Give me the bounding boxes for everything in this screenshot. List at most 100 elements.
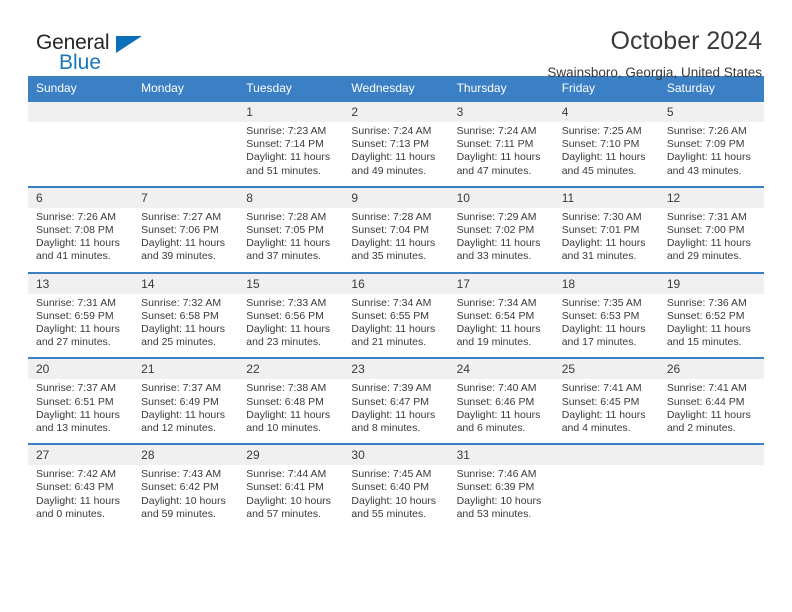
day-number[interactable]: 6 (28, 187, 134, 208)
week-detail-row: Sunrise: 7:42 AM Sunset: 6:43 PM Daylight:… (28, 465, 764, 530)
day-number[interactable]: 29 (238, 445, 344, 466)
day-cell[interactable]: Sunrise: 7:44 AM Sunset: 6:41 PM Daylight:… (238, 465, 344, 530)
day-cell[interactable]: Sunrise: 7:39 AM Sunset: 6:47 PM Daylight:… (343, 379, 449, 444)
day-cell[interactable]: Sunrise: 7:42 AM Sunset: 6:43 PM Daylight:… (28, 465, 134, 530)
week-detail-row: Sunrise: 7:31 AM Sunset: 6:59 PM Daylight:… (28, 293, 764, 358)
day-cell[interactable]: Sunrise: 7:41 AM Sunset: 6:44 PM Daylight:… (658, 379, 764, 444)
day-cell[interactable]: Sunrise: 7:24 AM Sunset: 7:13 PM Daylight:… (343, 122, 449, 186)
day-cell[interactable]: Sunrise: 7:36 AM Sunset: 6:52 PM Daylight:… (658, 293, 764, 358)
daylight-text: Daylight: 11 hours and 19 minutes. (456, 323, 541, 349)
day-cell[interactable]: Sunrise: 7:41 AM Sunset: 6:45 PM Daylight:… (553, 379, 659, 444)
day-number[interactable]: 10 (448, 187, 554, 208)
day-cell[interactable]: Sunrise: 7:32 AM Sunset: 6:58 PM Daylight:… (133, 293, 239, 358)
daylight-text: Daylight: 11 hours and 27 minutes. (36, 323, 120, 349)
sunset-text: Sunset: 6:58 PM (141, 309, 219, 322)
day-cell[interactable]: Sunrise: 7:31 AM Sunset: 7:00 PM Daylight:… (658, 207, 764, 272)
day-number[interactable]: 14 (133, 273, 239, 294)
day-number[interactable]: 12 (658, 187, 764, 208)
daylight-text: Daylight: 11 hours and 2 minutes. (666, 408, 751, 435)
empty-day-number (28, 102, 134, 122)
day-number[interactable]: 23 (343, 359, 449, 380)
daylight-text: Daylight: 11 hours and 41 minutes. (36, 237, 120, 263)
day-cell[interactable]: Sunrise: 7:25 AM Sunset: 7:10 PM Daylight:… (553, 122, 659, 186)
sunrise-text: Sunrise: 7:45 AM (351, 468, 432, 481)
sunrise-text: Sunrise: 7:29 AM (456, 210, 537, 223)
day-number[interactable]: 16 (343, 273, 449, 294)
sunset-text: Sunset: 7:08 PM (36, 224, 114, 237)
daylight-text: Daylight: 11 hours and 39 minutes. (141, 237, 225, 263)
day-number[interactable]: 3 (448, 102, 554, 122)
sunrise-text: Sunrise: 7:41 AM (666, 382, 747, 395)
sunset-text: Sunset: 7:05 PM (246, 224, 324, 237)
day-number[interactable]: 20 (28, 359, 134, 380)
week-detail-row: Sunrise: 7:26 AM Sunset: 7:08 PM Daylight:… (28, 207, 764, 272)
day-cell[interactable]: Sunrise: 7:46 AM Sunset: 6:39 PM Daylight:… (448, 465, 554, 530)
day-number[interactable]: 11 (553, 187, 659, 208)
week-daynumber-row: 13 14 15 16 17 18 19 (28, 273, 764, 294)
day-number[interactable]: 24 (448, 359, 554, 380)
daylight-text: Daylight: 10 hours and 59 minutes. (141, 494, 226, 520)
daylight-text: Daylight: 11 hours and 51 minutes. (246, 151, 331, 177)
day-number[interactable]: 5 (658, 102, 764, 122)
sunset-text: Sunset: 7:00 PM (666, 224, 745, 237)
sunrise-text: Sunrise: 7:31 AM (666, 210, 747, 223)
day-cell[interactable]: Sunrise: 7:35 AM Sunset: 6:53 PM Daylight:… (553, 293, 659, 358)
day-number[interactable]: 31 (448, 445, 554, 466)
day-number[interactable]: 27 (28, 445, 134, 466)
day-cell[interactable]: Sunrise: 7:27 AM Sunset: 7:06 PM Daylight:… (133, 207, 239, 272)
daylight-text: Daylight: 11 hours and 35 minutes. (351, 237, 436, 263)
daylight-text: Daylight: 11 hours and 25 minutes. (141, 323, 225, 349)
daylight-text: Daylight: 11 hours and 33 minutes. (456, 237, 541, 263)
day-number[interactable]: 25 (553, 359, 659, 380)
day-cell[interactable]: Sunrise: 7:23 AM Sunset: 7:14 PM Daylight:… (238, 122, 344, 186)
day-cell[interactable]: Sunrise: 7:29 AM Sunset: 7:02 PM Daylight:… (448, 207, 554, 272)
day-number[interactable]: 18 (553, 273, 659, 294)
day-number[interactable]: 7 (133, 187, 239, 208)
week-daynumber-row: 27 28 29 30 31 (28, 445, 764, 466)
sunrise-text: Sunrise: 7:35 AM (561, 296, 642, 309)
sunset-text: Sunset: 6:51 PM (36, 395, 114, 408)
day-number[interactable]: 9 (343, 187, 449, 208)
sunrise-text: Sunrise: 7:26 AM (36, 210, 116, 223)
sunset-text: Sunset: 6:40 PM (351, 481, 430, 494)
daylight-text: Daylight: 11 hours and 45 minutes. (561, 151, 646, 177)
sunrise-text: Sunrise: 7:46 AM (456, 468, 537, 481)
day-cell[interactable]: Sunrise: 7:34 AM Sunset: 6:54 PM Daylight:… (448, 293, 554, 358)
day-cell[interactable]: Sunrise: 7:30 AM Sunset: 7:01 PM Daylight:… (553, 207, 659, 272)
day-cell[interactable]: Sunrise: 7:26 AM Sunset: 7:09 PM Daylight:… (658, 122, 764, 186)
daylight-text: Daylight: 11 hours and 43 minutes. (666, 151, 751, 177)
day-number[interactable]: 22 (238, 359, 344, 380)
day-cell[interactable]: Sunrise: 7:38 AM Sunset: 6:48 PM Daylight:… (238, 379, 344, 444)
day-cell[interactable]: Sunrise: 7:34 AM Sunset: 6:55 PM Daylight:… (343, 293, 449, 358)
day-number[interactable]: 19 (658, 273, 764, 294)
day-number[interactable]: 13 (28, 273, 134, 294)
day-cell[interactable]: Sunrise: 7:43 AM Sunset: 6:42 PM Daylight:… (133, 465, 239, 530)
day-number[interactable]: 2 (343, 102, 449, 122)
daylight-text: Daylight: 11 hours and 0 minutes. (36, 494, 120, 520)
day-number[interactable]: 1 (238, 102, 344, 122)
day-cell[interactable]: Sunrise: 7:37 AM Sunset: 6:49 PM Daylight:… (133, 379, 239, 444)
day-cell[interactable]: Sunrise: 7:28 AM Sunset: 7:04 PM Daylight:… (343, 207, 449, 272)
day-number[interactable]: 28 (133, 445, 239, 466)
day-number[interactable]: 15 (238, 273, 344, 294)
week-daynumber-row: 6 7 8 9 10 11 12 (28, 187, 764, 208)
general-blue-logo[interactable]: General Blue (28, 26, 148, 78)
day-number[interactable]: 17 (448, 273, 554, 294)
sunrise-text: Sunrise: 7:44 AM (246, 468, 327, 481)
day-cell[interactable]: Sunrise: 7:31 AM Sunset: 6:59 PM Daylight:… (28, 293, 134, 358)
day-cell[interactable]: Sunrise: 7:40 AM Sunset: 6:46 PM Daylight:… (448, 379, 554, 444)
day-number[interactable]: 8 (238, 187, 344, 208)
day-number[interactable]: 4 (553, 102, 659, 122)
sunrise-text: Sunrise: 7:27 AM (141, 210, 222, 223)
day-number[interactable]: 30 (343, 445, 449, 466)
day-cell[interactable]: Sunrise: 7:26 AM Sunset: 7:08 PM Daylight:… (28, 207, 134, 272)
daylight-text: Daylight: 11 hours and 37 minutes. (246, 237, 331, 263)
day-cell[interactable]: Sunrise: 7:45 AM Sunset: 6:40 PM Daylight:… (343, 465, 449, 530)
day-cell[interactable]: Sunrise: 7:28 AM Sunset: 7:05 PM Daylight:… (238, 207, 344, 272)
day-number[interactable]: 26 (658, 359, 764, 380)
day-cell[interactable]: Sunrise: 7:24 AM Sunset: 7:11 PM Daylight:… (448, 122, 554, 186)
day-number[interactable]: 21 (133, 359, 239, 380)
week-daynumber-row: 12345 (28, 102, 764, 122)
day-cell[interactable]: Sunrise: 7:37 AM Sunset: 6:51 PM Daylight:… (28, 379, 134, 444)
day-cell[interactable]: Sunrise: 7:33 AM Sunset: 6:56 PM Daylight:… (238, 293, 344, 358)
